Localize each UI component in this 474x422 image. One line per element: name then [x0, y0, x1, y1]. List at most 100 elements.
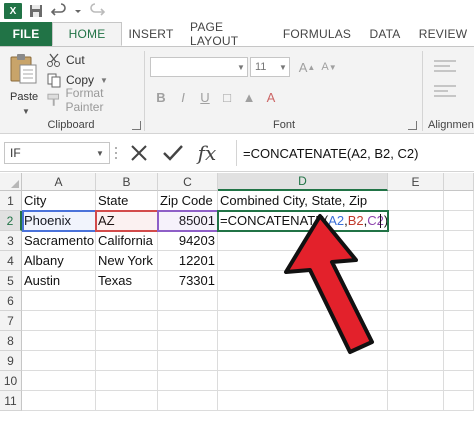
grid-cell[interactable]	[22, 351, 96, 371]
grid-cell[interactable]	[444, 391, 474, 411]
grid-cell[interactable]	[158, 331, 218, 351]
cut-button[interactable]: Cut	[46, 51, 85, 69]
cell-a2[interactable]: Phoenix	[22, 211, 96, 231]
grid-cell[interactable]	[444, 251, 474, 271]
grid-cell[interactable]	[444, 351, 474, 371]
row-header-4[interactable]: 4	[0, 251, 22, 271]
grid-cell[interactable]	[22, 291, 96, 311]
cell-e5[interactable]	[388, 271, 444, 291]
grid-cell[interactable]	[96, 371, 158, 391]
font-size-box[interactable]: 11 ▼	[250, 57, 290, 77]
cell-b5[interactable]: Texas	[96, 271, 158, 291]
grid-cell[interactable]	[218, 391, 388, 411]
bold-icon[interactable]: B	[150, 87, 172, 107]
grid-cell[interactable]	[388, 391, 444, 411]
cell-a4[interactable]: Albany	[22, 251, 96, 271]
tab-review[interactable]: REVIEW	[412, 22, 474, 46]
borders-icon[interactable]: □	[216, 87, 238, 107]
row-header-11[interactable]: 11	[0, 391, 22, 411]
dialog-launcher-icon[interactable]	[408, 121, 417, 130]
fill-color-icon[interactable]: ▲	[238, 87, 260, 107]
format-painter-button[interactable]: Format Painter	[46, 86, 142, 114]
tab-file[interactable]: FILE	[0, 22, 52, 46]
grid-cell[interactable]	[22, 371, 96, 391]
grow-font-icon[interactable]: A ▲	[296, 57, 318, 77]
select-all-button[interactable]	[0, 173, 22, 191]
grid-cell[interactable]	[388, 291, 444, 311]
grid-cell[interactable]	[218, 371, 388, 391]
row-header-1[interactable]: 1	[0, 191, 22, 211]
column-header-b[interactable]: B	[96, 173, 158, 191]
font-name-box[interactable]: ▼	[150, 57, 248, 77]
cell-b2[interactable]: AZ	[96, 211, 158, 231]
tab-home[interactable]: HOME	[52, 22, 122, 46]
column-header-c[interactable]: C	[158, 173, 218, 191]
chevron-down-icon[interactable]: ▼	[93, 145, 107, 161]
cell-e2[interactable]	[388, 211, 444, 231]
grid-cell[interactable]	[444, 371, 474, 391]
grid-cell[interactable]	[444, 191, 474, 211]
chevron-down-icon[interactable]: ▼	[235, 58, 247, 76]
grid-cell[interactable]	[22, 391, 96, 411]
grid-cell[interactable]	[444, 211, 474, 231]
column-header-f[interactable]	[444, 173, 474, 191]
spreadsheet-grid[interactable]: A B C D E 1 2 3 4 5 6 7 8 9 10 11 City S…	[0, 173, 474, 422]
name-box[interactable]: IF ▼	[4, 142, 110, 164]
cell-e1[interactable]	[388, 191, 444, 211]
insert-function-button[interactable]: fx	[190, 140, 224, 166]
dialog-launcher-icon[interactable]	[132, 121, 141, 130]
formula-input[interactable]: =CONCATENATE(A2, B2, C2)	[236, 140, 474, 166]
cell-d1[interactable]: Combined City, State, Zip	[218, 191, 388, 211]
underline-icon[interactable]: U	[194, 87, 216, 107]
tab-formulas[interactable]: FORMULAS	[276, 22, 358, 46]
chevron-down-icon[interactable]: ▼	[100, 76, 108, 85]
cell-c2[interactable]: 85001	[158, 211, 218, 231]
cell-e3[interactable]	[388, 231, 444, 251]
cell-a5[interactable]: Austin	[22, 271, 96, 291]
grid-cell[interactable]	[96, 291, 158, 311]
grid-cell[interactable]	[388, 331, 444, 351]
tab-page-layout[interactable]: PAGE LAYOUT	[180, 20, 276, 48]
row-header-9[interactable]: 9	[0, 351, 22, 371]
grid-cell[interactable]	[22, 311, 96, 331]
column-header-a[interactable]: A	[22, 173, 96, 191]
cell-a1[interactable]: City	[22, 191, 96, 211]
save-icon[interactable]	[28, 0, 44, 22]
tab-insert[interactable]: INSERT	[122, 22, 180, 46]
grid-cell[interactable]	[388, 371, 444, 391]
enter-checkmark-icon[interactable]	[156, 140, 190, 166]
grid-cell[interactable]	[388, 351, 444, 371]
cell-c5[interactable]: 73301	[158, 271, 218, 291]
grid-cell[interactable]	[96, 351, 158, 371]
undo-icon[interactable]	[50, 0, 68, 22]
grid-cell[interactable]	[444, 231, 474, 251]
grid-cell[interactable]	[158, 371, 218, 391]
paste-button[interactable]: Paste ▼	[6, 53, 40, 116]
grid-cell[interactable]	[158, 391, 218, 411]
cell-b1[interactable]: State	[96, 191, 158, 211]
chevron-down-icon[interactable]: ▼	[277, 58, 289, 76]
cancel-icon[interactable]	[122, 140, 156, 166]
row-header-8[interactable]: 8	[0, 331, 22, 351]
shrink-font-icon[interactable]: A ▼	[318, 57, 340, 77]
grid-cell[interactable]	[444, 291, 474, 311]
grid-cell[interactable]	[388, 311, 444, 331]
grid-cell[interactable]	[22, 331, 96, 351]
cell-c1[interactable]: Zip Code	[158, 191, 218, 211]
row-header-3[interactable]: 3	[0, 231, 22, 251]
grid-cell[interactable]	[158, 351, 218, 371]
column-header-e[interactable]: E	[388, 173, 444, 191]
font-color-icon[interactable]: A	[260, 87, 282, 107]
row-header-10[interactable]: 10	[0, 371, 22, 391]
align-left-icon[interactable]	[430, 82, 460, 102]
row-header-7[interactable]: 7	[0, 311, 22, 331]
grid-cell[interactable]	[444, 271, 474, 291]
cell-e4[interactable]	[388, 251, 444, 271]
undo-dropdown-icon[interactable]	[74, 0, 82, 22]
cell-c3[interactable]: 94203	[158, 231, 218, 251]
italic-icon[interactable]: I	[172, 87, 194, 107]
grid-cell[interactable]	[444, 331, 474, 351]
grid-cell[interactable]	[444, 311, 474, 331]
cell-b3[interactable]: California	[96, 231, 158, 251]
grid-cell[interactable]	[158, 311, 218, 331]
